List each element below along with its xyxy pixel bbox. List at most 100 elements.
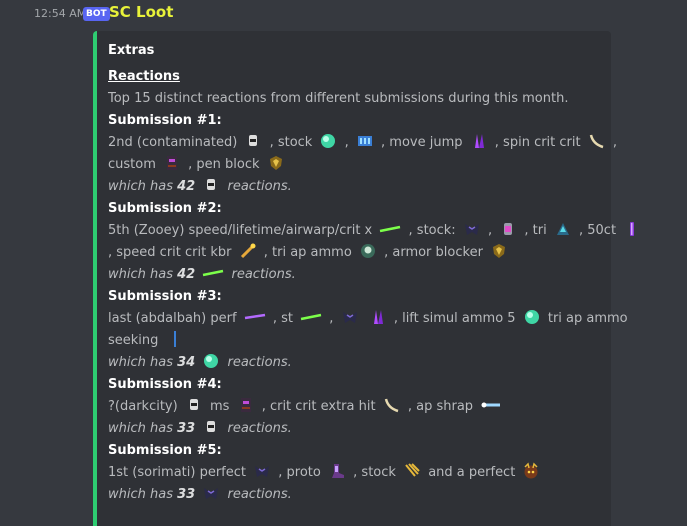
blue-stack-emoji-icon[interactable] <box>356 132 374 150</box>
submission-5-title: Submission #5: <box>108 443 222 458</box>
submission-1-title: Submission #1: <box>108 113 222 128</box>
text: seeking <box>108 333 159 348</box>
text: , stock: <box>408 223 456 238</box>
boomerang-emoji-icon[interactable] <box>588 132 606 150</box>
golden-claws-emoji-icon[interactable] <box>403 462 421 480</box>
dark-wings-emoji-icon[interactable] <box>253 462 271 480</box>
purple-feathers-emoji-icon[interactable] <box>369 308 387 326</box>
author-name[interactable]: SC Loot <box>109 3 173 21</box>
dark-wings-emoji-icon[interactable] <box>202 484 220 502</box>
demon-mask-emoji-icon[interactable] <box>522 462 540 480</box>
submission-3-line-2: seeking <box>108 330 608 352</box>
reaction-count: 42 <box>177 179 196 194</box>
skull-emblem-emoji-icon[interactable] <box>359 242 377 260</box>
blue-bolt-emoji-icon[interactable] <box>166 330 184 348</box>
text: reactions. <box>227 487 292 502</box>
text: , <box>487 223 493 238</box>
text: reactions. <box>231 267 296 282</box>
submission-2-title: Submission #2: <box>108 201 222 216</box>
submission-5-line-1: 1st (sorimati) perfect , proto , stock a… <box>108 462 608 484</box>
purple-feathers-emoji-icon[interactable] <box>470 132 488 150</box>
green-beam-emoji-icon[interactable] <box>379 220 401 238</box>
submission-2-summary: which has 42 reactions. <box>108 264 608 286</box>
reaction-count: 33 <box>177 421 196 436</box>
gold-shield-emoji-icon[interactable] <box>490 242 508 260</box>
text: last (abdalbah) perf <box>108 311 237 326</box>
embed-title: Extras <box>108 43 155 58</box>
text: , <box>329 311 334 326</box>
cyan-armor-emoji-icon[interactable] <box>554 220 572 238</box>
text: and a perfect <box>428 465 516 480</box>
embed-content: Extras Reactions Top 15 distinct reactio… <box>108 40 635 506</box>
text: , armor blocker <box>384 245 483 260</box>
submission-1-summary: which has 42 reactions. <box>108 176 608 198</box>
submission-2-line-1: 5th (Zooey) speed/lifetime/airwarp/crit … <box>108 220 635 242</box>
chat-message: 12:54 AM BOT SC Loot Extras Reactions To… <box>0 0 687 526</box>
purple-beam-emoji-icon[interactable] <box>244 308 266 326</box>
text: reactions. <box>227 179 292 194</box>
text: which has <box>108 355 173 370</box>
dark-armor-emoji-icon[interactable] <box>237 396 255 414</box>
text: , <box>612 135 618 150</box>
dark-wings-emoji-icon[interactable] <box>341 308 359 326</box>
teal-orb-emoji-icon[interactable] <box>523 308 541 326</box>
field-name: Reactions <box>108 69 180 84</box>
text: , ap shrap <box>407 399 474 414</box>
gold-shield-emoji-icon[interactable] <box>267 154 285 172</box>
text: reactions. <box>227 355 292 370</box>
text: , stock <box>269 135 313 150</box>
pink-jar-emoji-icon[interactable] <box>499 220 517 238</box>
text: , pen block <box>188 157 260 172</box>
text: custom <box>108 157 156 172</box>
text: , spin crit crit <box>494 135 581 150</box>
reaction-count: 42 <box>177 267 196 282</box>
text: which has <box>108 179 173 194</box>
reaction-count: 34 <box>177 355 196 370</box>
bot-tag: BOT <box>83 7 110 21</box>
lantern-emoji-icon[interactable] <box>185 396 203 414</box>
lantern-emoji-icon[interactable] <box>244 132 262 150</box>
text: which has <box>108 487 173 502</box>
teal-orb-emoji-icon[interactable] <box>202 352 220 370</box>
submission-3-line-1: last (abdalbah) perf , st , , lift simul… <box>108 308 628 330</box>
submission-3-summary: which has 34 reactions. <box>108 352 608 374</box>
shrapnel-emoji-icon[interactable] <box>480 396 502 414</box>
text: , 50ct <box>579 223 617 238</box>
wand-emoji-icon[interactable] <box>239 242 257 260</box>
submission-5-summary: which has 33 reactions. <box>108 484 608 506</box>
text: , <box>344 135 349 150</box>
text: 5th (Zooey) speed/lifetime/airwarp/crit … <box>108 223 373 238</box>
text: tri ap ammo <box>547 311 628 326</box>
text: 2nd (contaminated) <box>108 135 238 150</box>
text: , crit crit extra hit <box>261 399 376 414</box>
text: 1st (sorimati) perfect <box>108 465 246 480</box>
text: , tri ap ammo <box>263 245 352 260</box>
lantern-emoji-icon[interactable] <box>202 418 220 436</box>
dark-wings-emoji-icon[interactable] <box>463 220 481 238</box>
boomerang-emoji-icon[interactable] <box>383 396 401 414</box>
text: , move jump <box>381 135 463 150</box>
submission-1-line-2: custom , pen block <box>108 154 608 176</box>
purple-crystal-emoji-icon[interactable] <box>623 220 641 238</box>
submission-4-title: Submission #4: <box>108 377 222 392</box>
text: , stock <box>353 465 396 480</box>
teal-orb-emoji-icon[interactable] <box>319 132 337 150</box>
reaction-count: 33 <box>177 487 196 502</box>
text: , proto <box>278 465 321 480</box>
message-timestamp[interactable]: 12:54 AM <box>34 7 86 20</box>
lantern-emoji-icon[interactable] <box>202 176 220 194</box>
submission-4-line-1: ?(darkcity) ms , crit crit extra hit , a… <box>108 396 608 418</box>
submission-1-line-1: 2nd (contaminated) , stock , , move jump… <box>108 132 617 154</box>
green-beam-emoji-icon[interactable] <box>300 308 322 326</box>
submission-3-title: Submission #3: <box>108 289 222 304</box>
text: reactions. <box>227 421 292 436</box>
text: , tri <box>524 223 547 238</box>
dark-armor-emoji-icon[interactable] <box>163 154 181 172</box>
purple-boot-emoji-icon[interactable] <box>328 462 346 480</box>
submission-2-line-2: , speed crit crit kbr , tri ap ammo , ar… <box>108 242 608 264</box>
text: , st <box>272 311 293 326</box>
field-description: Top 15 distinct reactions from different… <box>108 91 569 106</box>
green-beam-emoji-icon[interactable] <box>202 264 224 282</box>
text: ms <box>209 399 230 414</box>
text: , speed crit crit kbr <box>108 245 232 260</box>
